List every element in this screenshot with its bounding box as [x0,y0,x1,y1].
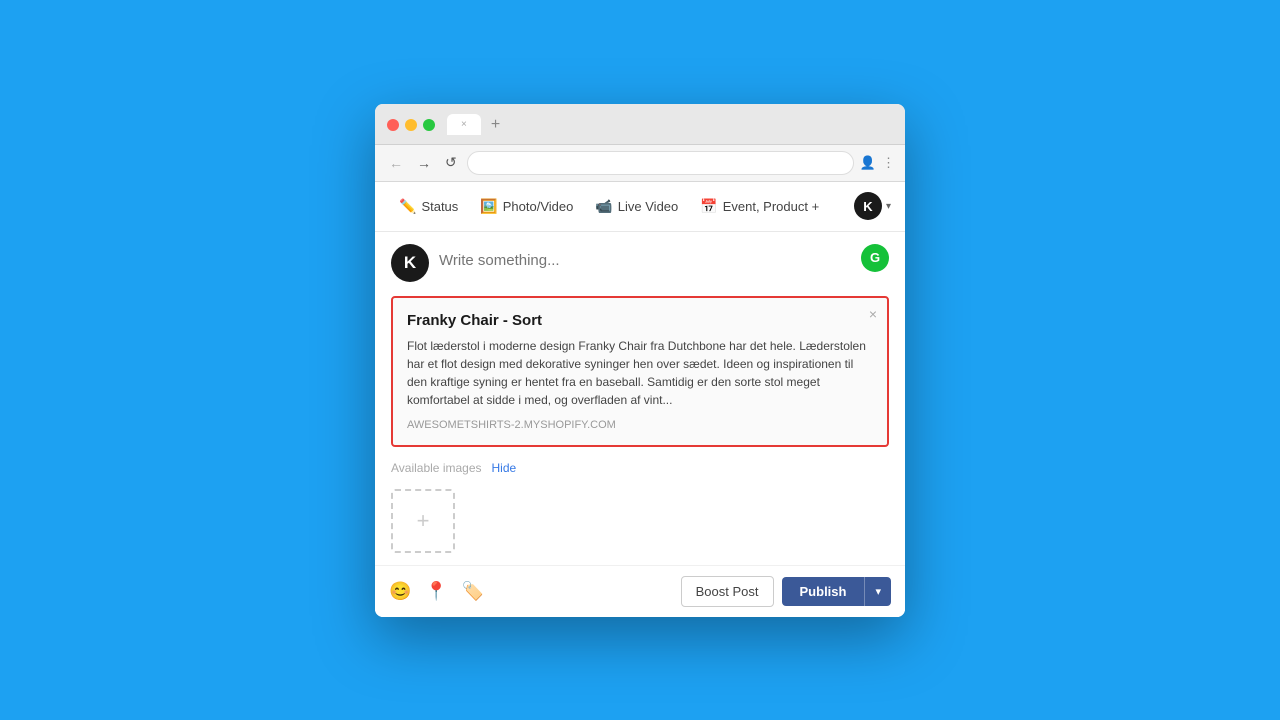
tag-icon[interactable]: 🏷️ [462,581,484,602]
browser-toolbar-icons: 👤 ⋮ [860,155,895,171]
facebook-nav: ✏️ Status 🖼️ Photo/Video 📹 Live Video 📅 … [375,182,905,232]
composer-text-input[interactable] [439,244,889,269]
nav-event-label: Event, Product + [723,199,819,214]
avatar: K [391,244,429,282]
pencil-icon: ✏️ [399,198,416,215]
nav-item-status[interactable]: ✏️ Status [389,192,468,221]
publish-button-group: Publish ▾ [782,577,891,606]
back-button[interactable]: ← [385,153,407,173]
nav-item-live-video[interactable]: 📹 Live Video [585,192,688,221]
available-images-section: Available images Hide [391,461,889,475]
chevron-down-icon: ▾ [886,201,891,212]
new-tab-button[interactable]: + [485,114,506,136]
close-preview-button[interactable]: × [869,306,877,322]
composer-toolbar: 😊 📍 🏷️ Boost Post Publish ▾ [375,565,905,617]
tab-close-icon[interactable]: × [461,119,467,130]
user-avatar-small: K [854,192,882,220]
emoji-icon[interactable]: 😊 [389,581,411,602]
photo-icon: 🖼️ [480,198,497,215]
minimize-button[interactable] [405,119,417,131]
browser-toolbar: ← → ↺ 👤 ⋮ [375,145,905,182]
publish-button[interactable]: Publish [782,577,865,606]
nav-item-photo-video[interactable]: 🖼️ Photo/Video [470,192,583,221]
nav-photo-label: Photo/Video [503,199,574,214]
hide-images-link[interactable]: Hide [492,461,517,475]
refresh-button[interactable]: ↺ [441,152,461,173]
browser-titlebar: × + [375,104,905,145]
add-image-button[interactable]: + [391,489,455,553]
link-preview-title: Franky Chair - Sort [407,312,873,329]
url-bar[interactable] [467,151,854,175]
menu-icon[interactable]: ⋮ [882,155,895,171]
grammarly-icon: G [861,244,889,272]
profile-icon: 👤 [860,155,876,171]
available-images-label: Available images [391,461,482,475]
nav-item-event-product[interactable]: 📅 Event, Product + [690,192,829,221]
post-composer: K G × Franky Chair - Sort Flot læderstol… [375,232,905,565]
traffic-lights [387,119,435,131]
event-icon: 📅 [700,198,717,215]
video-icon: 📹 [595,198,612,215]
link-preview-card: × Franky Chair - Sort Flot læderstol i m… [391,296,889,447]
link-preview-url: AWESOMETSHIRTS-2.MYSHOPIFY.COM [407,419,873,431]
nav-user[interactable]: K ▾ [854,192,891,220]
maximize-button[interactable] [423,119,435,131]
tab-bar: × + [447,114,893,136]
close-button[interactable] [387,119,399,131]
facebook-content: ✏️ Status 🖼️ Photo/Video 📹 Live Video 📅 … [375,182,905,617]
publish-dropdown-button[interactable]: ▾ [864,577,891,606]
browser-window: × + ← → ↺ 👤 ⋮ ✏️ Status 🖼️ Photo/Video [375,104,905,617]
composer-actions: Boost Post Publish ▾ [681,576,891,607]
composer-input-row: K G [391,244,889,282]
nav-status-label: Status [421,199,458,214]
nav-live-label: Live Video [618,199,678,214]
link-preview-description: Flot læderstol i moderne design Franky C… [407,337,873,409]
location-icon[interactable]: 📍 [425,581,447,602]
boost-post-button[interactable]: Boost Post [681,576,774,607]
forward-button[interactable]: → [413,153,435,173]
active-tab[interactable]: × [447,114,481,135]
composer-icons: 😊 📍 🏷️ [389,581,484,602]
